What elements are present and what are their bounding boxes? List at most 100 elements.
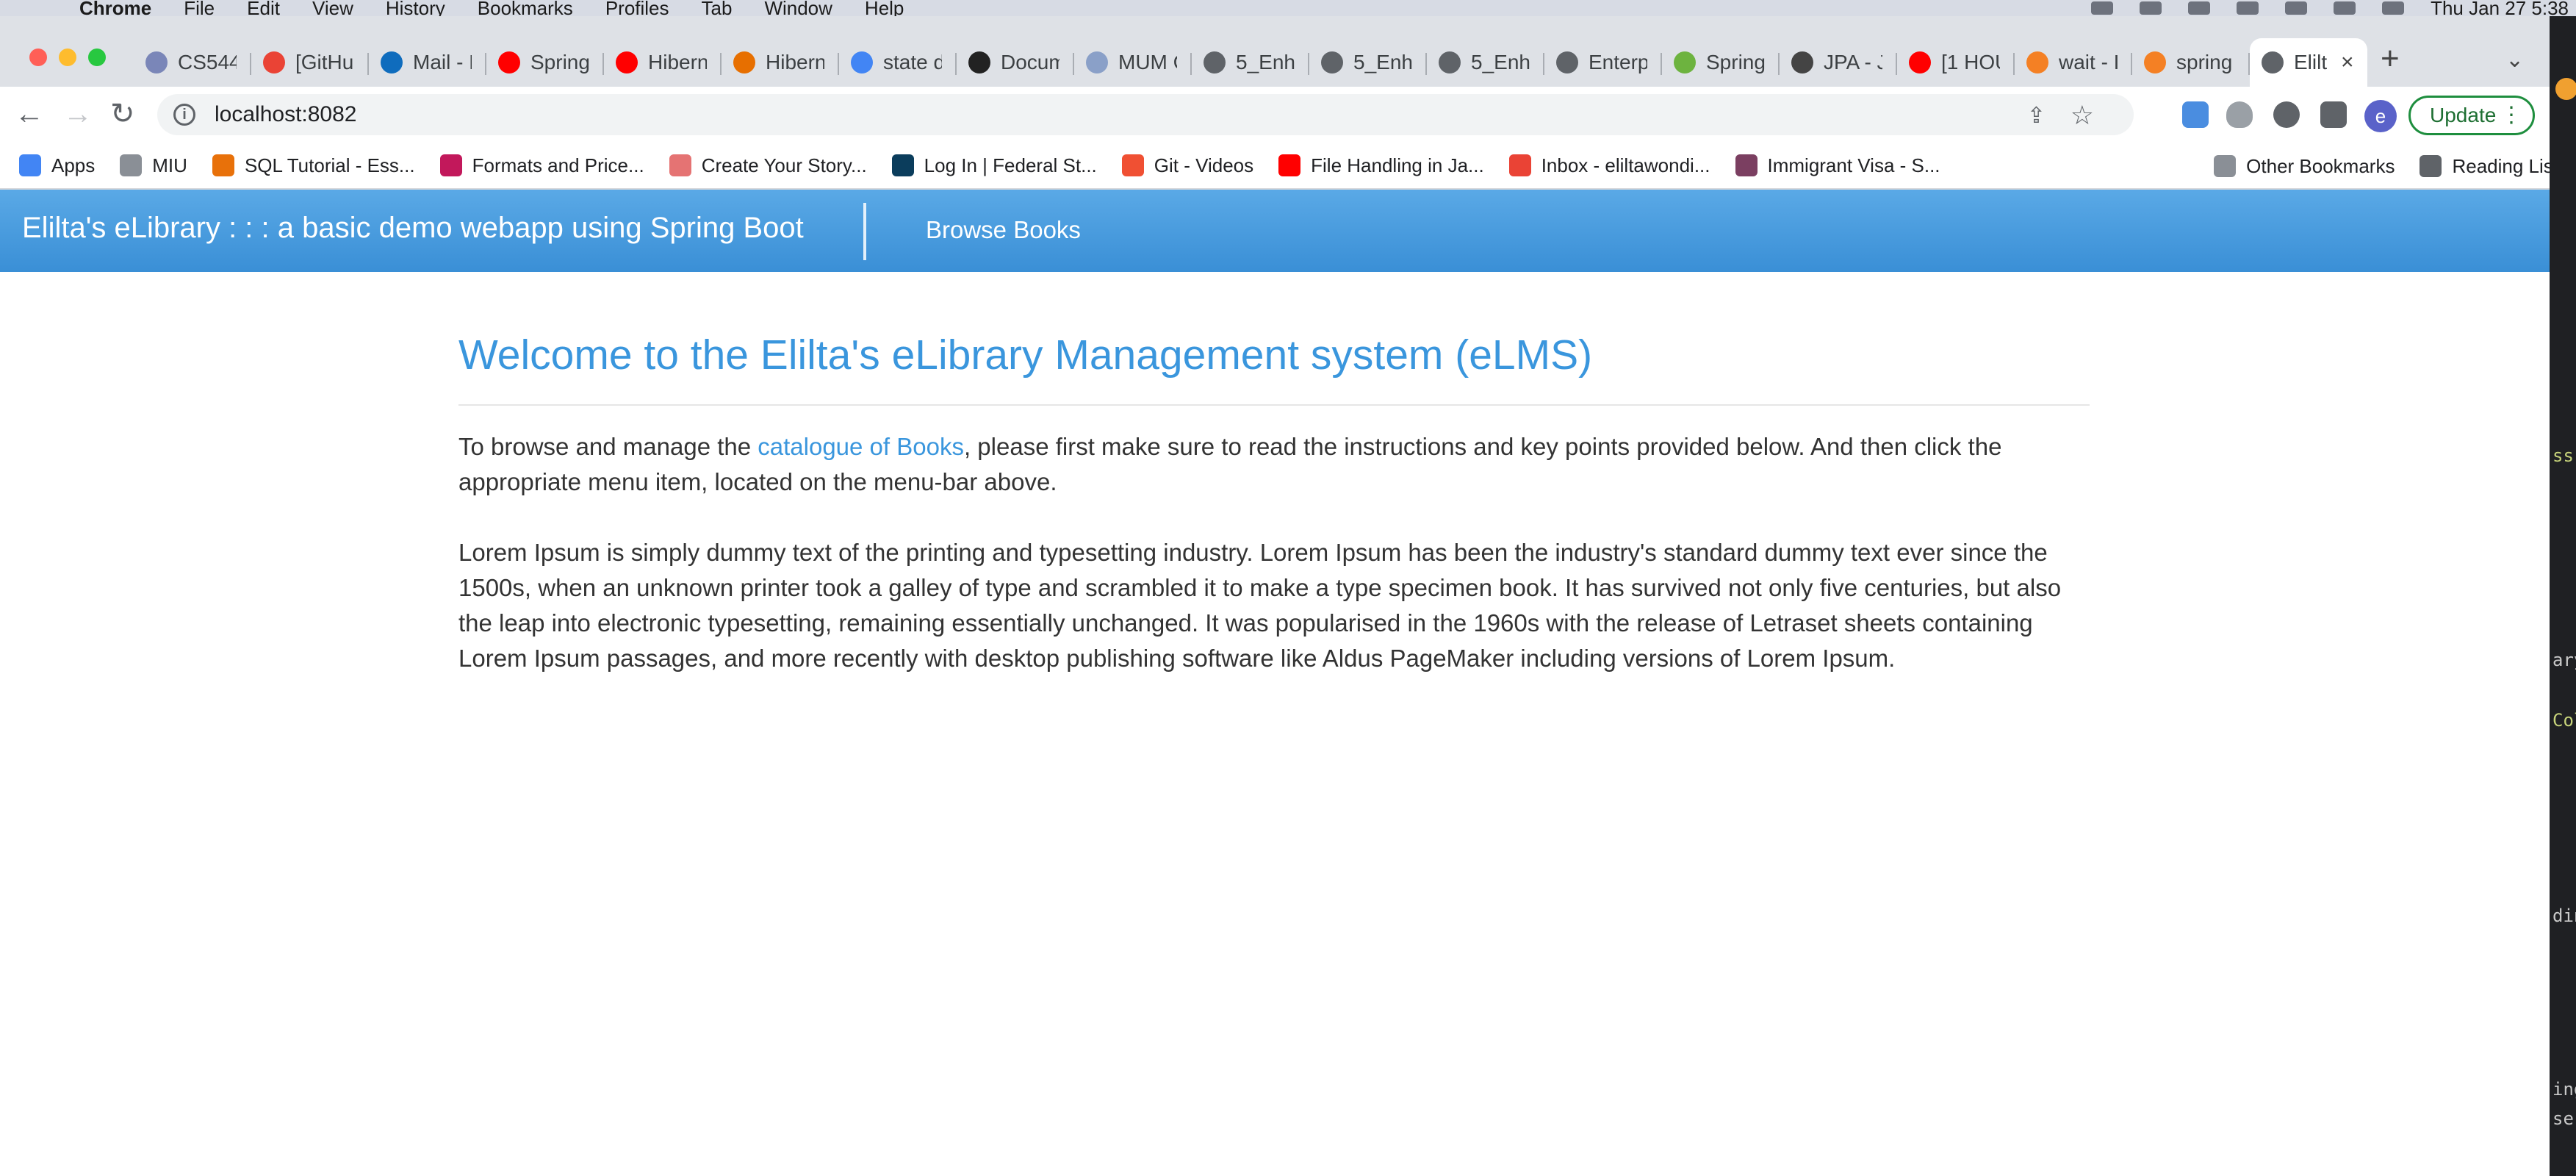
- tab-search-icon[interactable]: ⌄: [2505, 47, 2524, 73]
- browser-tab[interactable]: Spring: [486, 38, 604, 87]
- page-title: Welcome to the Elilta's eLibrary Managem…: [458, 331, 1593, 379]
- menu-history[interactable]: History: [386, 0, 445, 16]
- profile-avatar[interactable]: e: [2364, 100, 2397, 132]
- menu-window[interactable]: Window: [764, 0, 832, 16]
- favicon-icon: [733, 51, 755, 74]
- kebab-menu-icon[interactable]: ⋮: [2500, 101, 2522, 130]
- siri-icon[interactable]: [2382, 1, 2405, 15]
- browser-tab[interactable]: 5_Enha: [1309, 38, 1427, 87]
- address-bar[interactable]: i localhost:8082 ⇪ ☆: [157, 94, 2134, 135]
- apps-shortcut[interactable]: Apps: [19, 154, 95, 177]
- site-info-icon[interactable]: i: [173, 104, 195, 126]
- favicon-icon: [1791, 51, 1813, 74]
- menu-help[interactable]: Help: [865, 0, 904, 16]
- menu-chrome[interactable]: Chrome: [79, 0, 151, 16]
- bookmark-item[interactable]: Formats and Price...: [439, 154, 644, 177]
- edge-text: ss': [2552, 445, 2576, 466]
- apps-grid-icon: [19, 154, 41, 176]
- bookmark-item[interactable]: SQL Tutorial - Ess...: [212, 154, 415, 177]
- extensions-puzzle-icon[interactable]: [2320, 101, 2347, 128]
- browser-tab[interactable]: [GitHub: [251, 38, 369, 87]
- favicon-icon: [1556, 51, 1578, 74]
- forward-icon[interactable]: →: [63, 97, 93, 131]
- battery-icon[interactable]: [2188, 1, 2211, 15]
- browser-tab[interactable]: 5_Enha: [1192, 38, 1309, 87]
- site-brand[interactable]: Elilta's eLibrary : : : a basic demo web…: [22, 212, 804, 245]
- back-icon[interactable]: ←: [15, 97, 44, 131]
- browser-tab[interactable]: Enterp: [1544, 38, 1662, 87]
- share-icon[interactable]: ⇪: [2027, 103, 2046, 129]
- wifi-icon[interactable]: [2237, 1, 2259, 15]
- edge-text: din: [2552, 906, 2576, 926]
- spotlight-icon[interactable]: [2285, 1, 2308, 15]
- tab-title: CS544: [178, 51, 237, 74]
- favicon-icon: [263, 51, 285, 74]
- reading-list[interactable]: Reading List: [2420, 155, 2558, 178]
- browser-tab[interactable]: [1 HOU: [1897, 38, 2015, 87]
- browse-books-link[interactable]: Browse Books: [926, 216, 1081, 244]
- tab-title: Mail - E: [413, 51, 472, 74]
- menu-edit[interactable]: Edit: [247, 0, 280, 16]
- tab-title: 5_Enha: [1236, 51, 1295, 74]
- bookmark-item[interactable]: File Handling in Ja...: [1278, 154, 1484, 177]
- browser-tab[interactable]: spring: [2132, 38, 2250, 87]
- shield-icon[interactable]: [2226, 101, 2253, 128]
- bookmark-favicon-icon: [439, 154, 462, 176]
- bookmark-star-icon[interactable]: ☆: [2070, 100, 2094, 131]
- new-tab-icon[interactable]: +: [2381, 43, 2400, 75]
- bookmark-favicon-icon: [669, 154, 691, 176]
- menu-clock[interactable]: Thu Jan 27 5:38: [2431, 0, 2569, 16]
- bookmark-item[interactable]: Log In | Federal St...: [891, 154, 1097, 177]
- browser-tab[interactable]: Hibern: [722, 38, 839, 87]
- favicon-icon: [2262, 51, 2284, 74]
- apple-icon[interactable]: [29, 0, 47, 16]
- bookmark-label: Inbox - eliltawondi...: [1541, 154, 1710, 176]
- menu-view[interactable]: View: [312, 0, 353, 16]
- browser-tab[interactable]: 5_Enha: [1427, 38, 1544, 87]
- menu-tab[interactable]: Tab: [702, 0, 733, 16]
- browser-tab[interactable]: wait - I: [2015, 38, 2132, 87]
- favicon-icon: [498, 51, 520, 74]
- menu-file[interactable]: File: [184, 0, 215, 16]
- close-tab-icon[interactable]: ×: [2341, 50, 2354, 75]
- catalogue-link[interactable]: catalogue of Books: [758, 433, 964, 460]
- reload-icon[interactable]: ↻: [110, 97, 135, 131]
- update-button[interactable]: Update ⋮: [2408, 96, 2535, 135]
- favicon-icon: [1204, 51, 1226, 74]
- tab-active[interactable]: Elilt ×: [2250, 38, 2367, 87]
- bookmark-item[interactable]: Immigrant Visa - S...: [1735, 154, 1940, 177]
- play-icon[interactable]: [2091, 1, 2114, 15]
- bookmark-favicon-icon: [1278, 154, 1301, 176]
- menu-profiles[interactable]: Profiles: [605, 0, 669, 16]
- favicon-icon: [1674, 51, 1696, 74]
- browser-tab[interactable]: MUM C: [1074, 38, 1192, 87]
- control-center-icon[interactable]: [2334, 1, 2356, 15]
- minimize-window-icon[interactable]: [59, 49, 76, 66]
- background-window-edge: ss' ary Col din ing se: [2550, 16, 2576, 1176]
- window-icon[interactable]: [2140, 1, 2162, 15]
- navbar-divider: [863, 203, 866, 260]
- favicon-icon: [1439, 51, 1461, 74]
- favicon-icon: [381, 51, 403, 74]
- extension-badge-icon[interactable]: [2182, 101, 2209, 128]
- sync-icon[interactable]: [2273, 101, 2300, 128]
- browser-tab[interactable]: JPA - J: [1780, 38, 1897, 87]
- browser-tab[interactable]: Hibern: [604, 38, 722, 87]
- bookmark-item[interactable]: Create Your Story...: [669, 154, 867, 177]
- zoom-window-icon[interactable]: [88, 49, 106, 66]
- bookmark-item[interactable]: Inbox - eliltawondi...: [1508, 154, 1710, 177]
- browser-tab[interactable]: CS544: [134, 38, 251, 87]
- other-bookmarks[interactable]: Other Bookmarks: [2214, 155, 2395, 178]
- edge-text: ary: [2552, 650, 2576, 670]
- browser-tab[interactable]: Spring: [1662, 38, 1780, 87]
- browser-tab[interactable]: Docum: [957, 38, 1074, 87]
- address-url[interactable]: localhost:8082: [215, 102, 356, 127]
- bookmark-item[interactable]: MIU: [120, 154, 187, 177]
- browser-tab[interactable]: state d: [839, 38, 957, 87]
- browser-tab[interactable]: Mail - E: [369, 38, 486, 87]
- bookmark-favicon-icon: [1121, 154, 1144, 176]
- close-window-icon[interactable]: [29, 49, 47, 66]
- favicon-icon: [851, 51, 873, 74]
- menu-bookmarks[interactable]: Bookmarks: [478, 0, 573, 16]
- bookmark-item[interactable]: Git - Videos: [1121, 154, 1253, 177]
